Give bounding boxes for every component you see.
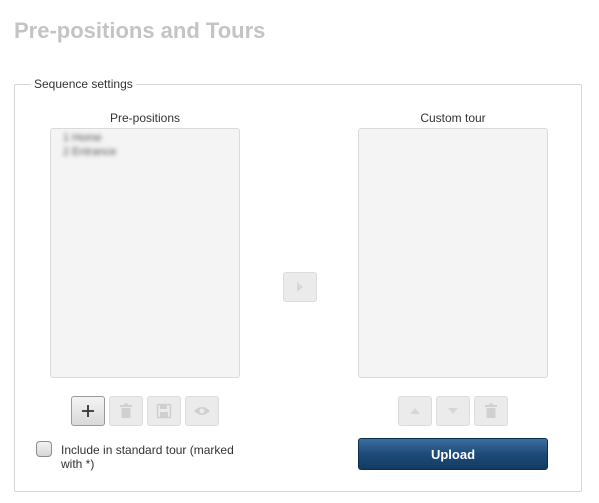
trash-icon: [485, 403, 497, 418]
eye-icon: [194, 407, 210, 415]
custom-tour-label: Custom tour: [420, 111, 486, 125]
page-title: Pre-positions and Tours: [14, 18, 266, 43]
include-standard-tour-checkbox[interactable]: [36, 441, 52, 457]
arrow-up-icon: [410, 408, 420, 414]
arrow-down-icon: [448, 408, 458, 414]
remove-preposition-button[interactable]: [109, 396, 143, 426]
prepositions-label: Pre-positions: [109, 111, 181, 125]
upload-button[interactable]: Upload: [358, 438, 548, 470]
delete-tour-item-button[interactable]: [474, 396, 508, 426]
arrow-right-icon: [297, 282, 303, 292]
move-down-button[interactable]: [436, 396, 470, 426]
preview-preposition-button[interactable]: [185, 396, 219, 426]
prepositions-list[interactable]: 1 Home 2 Entrance: [50, 128, 240, 378]
list-item[interactable]: 1 Home: [51, 131, 239, 145]
plus-icon: [82, 405, 94, 417]
list-item[interactable]: 2 Entrance: [51, 145, 239, 159]
include-standard-tour-label: Include in standard tour (marked with *): [61, 443, 234, 471]
sequence-settings-legend: Sequence settings: [31, 77, 136, 91]
floppy-disk-icon: [156, 403, 172, 419]
add-preposition-button[interactable]: [71, 396, 105, 426]
move-up-button[interactable]: [398, 396, 432, 426]
trash-icon: [120, 403, 132, 418]
custom-tour-list[interactable]: [358, 128, 548, 378]
add-to-tour-button[interactable]: [283, 272, 317, 302]
save-preposition-button[interactable]: [147, 396, 181, 426]
